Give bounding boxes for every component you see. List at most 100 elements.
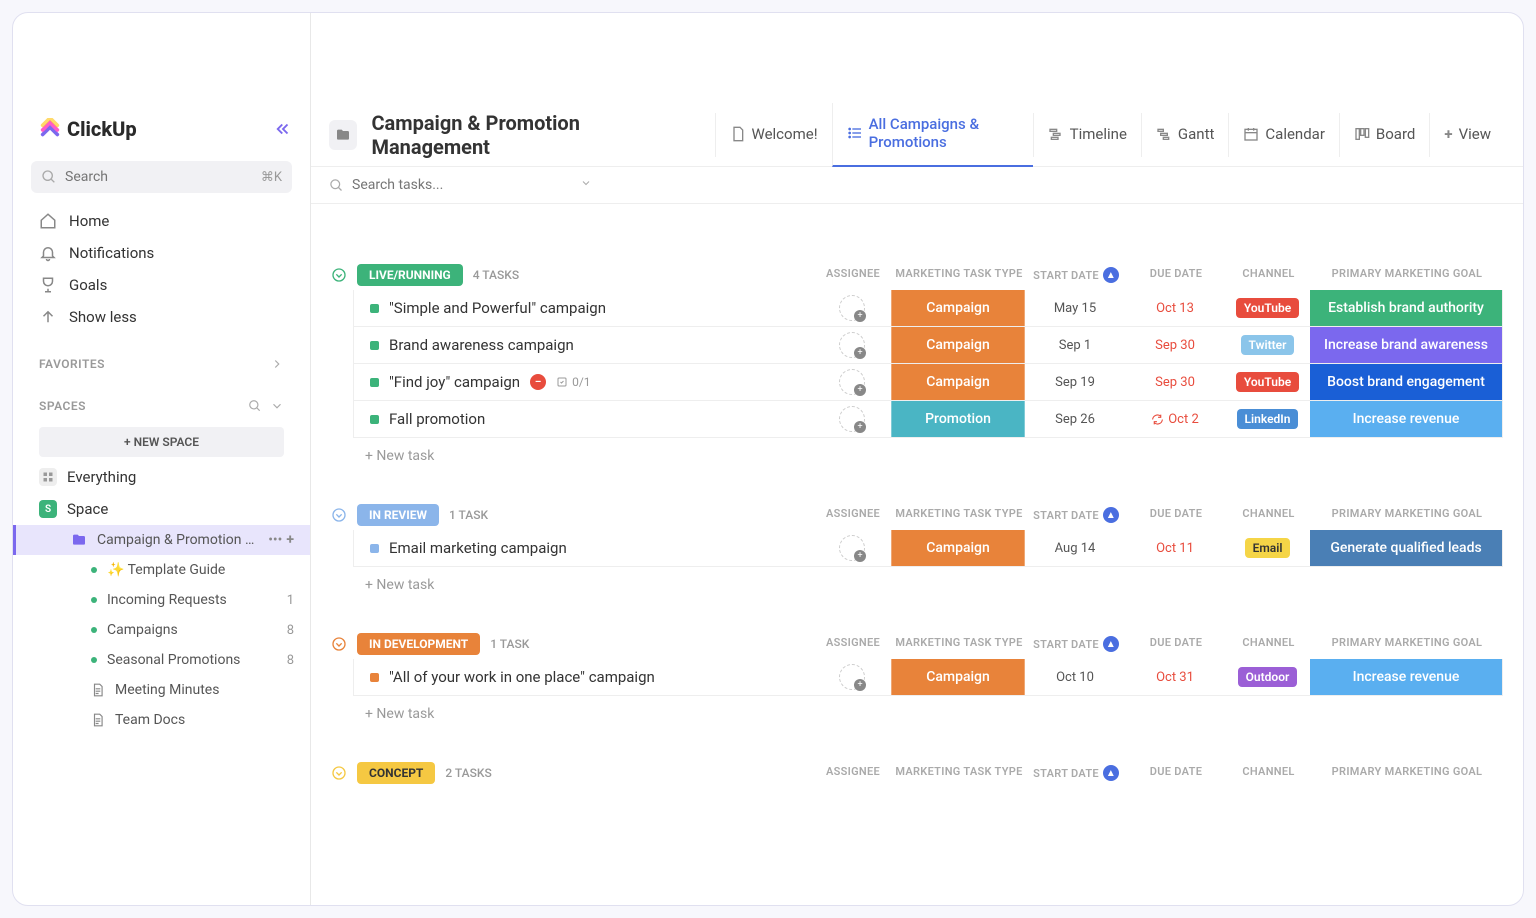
sidebar-search-input[interactable] xyxy=(65,169,253,185)
task-row[interactable]: "Simple and Powerful" campaign Campaign … xyxy=(353,290,1503,327)
col-assignee[interactable]: ASSIGNEE xyxy=(814,507,892,523)
channel-badge[interactable]: Outdoor xyxy=(1238,667,1298,687)
assignee-add[interactable] xyxy=(839,369,865,395)
nav-show-less[interactable]: Show less xyxy=(21,301,302,333)
due-date[interactable]: Oct 2 xyxy=(1125,401,1225,437)
col-start[interactable]: START DATE▲ xyxy=(1026,267,1126,283)
col-assignee[interactable]: ASSIGNEE xyxy=(814,636,892,652)
col-goal[interactable]: PRIMARY MARKETING GOAL xyxy=(1311,507,1503,523)
status-pill[interactable]: CONCEPT xyxy=(357,762,435,784)
folder-item[interactable]: Campaign & Promotion M... ••• + xyxy=(13,525,310,555)
nav-notifications[interactable]: Notifications xyxy=(21,237,302,269)
col-channel[interactable]: CHANNEL xyxy=(1226,507,1311,523)
col-goal[interactable]: PRIMARY MARKETING GOAL xyxy=(1311,636,1503,652)
tab-timeline[interactable]: Timeline xyxy=(1033,113,1141,157)
col-assignee[interactable]: ASSIGNEE xyxy=(814,765,892,781)
start-date[interactable]: Aug 14 xyxy=(1025,530,1125,566)
channel-badge[interactable]: LinkedIn xyxy=(1237,409,1299,429)
task-row[interactable]: Fall promotion Promotion Sep 26 Oct 2 Li… xyxy=(353,401,1503,438)
task-status-dot[interactable] xyxy=(370,378,379,387)
tab-calendar[interactable]: Calendar xyxy=(1228,113,1339,157)
start-date[interactable]: Oct 10 xyxy=(1025,659,1125,695)
col-channel[interactable]: CHANNEL xyxy=(1226,267,1311,283)
new-space-button[interactable]: + NEW SPACE xyxy=(39,427,284,457)
tab-all-campaigns-promotions[interactable]: All Campaigns & Promotions xyxy=(832,103,1033,167)
task-status-dot[interactable] xyxy=(370,341,379,350)
col-goal[interactable]: PRIMARY MARKETING GOAL xyxy=(1311,267,1503,283)
goal-cell[interactable]: Boost brand engagement xyxy=(1310,364,1502,400)
space-item[interactable]: S Space xyxy=(13,493,310,525)
due-date[interactable]: Sep 30 xyxy=(1125,327,1225,363)
subtask-badge[interactable]: 0/1 xyxy=(556,375,590,389)
collapse-group-icon[interactable] xyxy=(331,507,347,523)
new-task-button[interactable]: + New task xyxy=(365,696,1503,732)
col-goal[interactable]: PRIMARY MARKETING GOAL xyxy=(1311,765,1503,781)
due-date[interactable]: Oct 11 xyxy=(1125,530,1225,566)
more-icon[interactable]: ••• xyxy=(268,532,282,548)
task-status-dot[interactable] xyxy=(370,673,379,682)
start-date[interactable]: May 15 xyxy=(1025,290,1125,326)
list-item[interactable]: Team Docs xyxy=(13,705,310,735)
search-spaces-icon[interactable] xyxy=(248,399,262,413)
add-icon[interactable]: + xyxy=(286,532,294,548)
logo[interactable]: ClickUp xyxy=(39,117,137,141)
status-pill[interactable]: LIVE/RUNNING xyxy=(357,264,463,286)
search-dropdown-icon[interactable] xyxy=(580,177,592,193)
task-search-input[interactable] xyxy=(352,177,502,193)
task-row[interactable]: "All of your work in one place" campaign… xyxy=(353,659,1503,696)
tab-view[interactable]: +View xyxy=(1429,113,1505,157)
task-row[interactable]: Brand awareness campaign Campaign Sep 1 … xyxy=(353,327,1503,364)
favorites-section[interactable]: FAVORITES xyxy=(13,339,310,381)
task-row[interactable]: Email marketing campaign Campaign Aug 14… xyxy=(353,530,1503,567)
goal-cell[interactable]: Generate qualified leads xyxy=(1310,530,1502,566)
new-task-button[interactable]: + New task xyxy=(365,567,1503,603)
channel-badge[interactable]: Twitter xyxy=(1241,335,1295,355)
col-type[interactable]: MARKETING TASK TYPE xyxy=(892,267,1026,283)
col-start[interactable]: START DATE▲ xyxy=(1026,636,1126,652)
task-status-dot[interactable] xyxy=(370,415,379,424)
task-status-dot[interactable] xyxy=(370,304,379,313)
assignee-add[interactable] xyxy=(839,535,865,561)
chevron-down-icon[interactable] xyxy=(270,399,284,413)
nav-goals[interactable]: Goals xyxy=(21,269,302,301)
col-start[interactable]: START DATE▲ xyxy=(1026,507,1126,523)
task-status-dot[interactable] xyxy=(370,544,379,553)
nav-home[interactable]: Home xyxy=(21,205,302,237)
list-item[interactable]: Seasonal Promotions8 xyxy=(13,645,310,675)
task-type[interactable]: Promotion xyxy=(891,401,1025,437)
new-task-button[interactable]: + New task xyxy=(365,438,1503,474)
task-type[interactable]: Campaign xyxy=(891,327,1025,363)
col-type[interactable]: MARKETING TASK TYPE xyxy=(892,507,1026,523)
goal-cell[interactable]: Increase revenue xyxy=(1310,659,1502,695)
start-date[interactable]: Sep 26 xyxy=(1025,401,1125,437)
col-start[interactable]: START DATE▲ xyxy=(1026,765,1126,781)
task-type[interactable]: Campaign xyxy=(891,364,1025,400)
due-date[interactable]: Sep 30 xyxy=(1125,364,1225,400)
channel-badge[interactable]: YouTube xyxy=(1236,298,1299,318)
sidebar-search[interactable]: ⌘K xyxy=(31,161,292,193)
col-due[interactable]: DUE DATE xyxy=(1126,765,1226,781)
assignee-add[interactable] xyxy=(839,332,865,358)
task-type[interactable]: Campaign xyxy=(891,659,1025,695)
col-type[interactable]: MARKETING TASK TYPE xyxy=(892,636,1026,652)
status-pill[interactable]: IN REVIEW xyxy=(357,504,439,526)
col-assignee[interactable]: ASSIGNEE xyxy=(814,267,892,283)
start-date[interactable]: Sep 19 xyxy=(1025,364,1125,400)
tab-board[interactable]: Board xyxy=(1339,113,1429,157)
col-due[interactable]: DUE DATE xyxy=(1126,507,1226,523)
goal-cell[interactable]: Establish brand authority xyxy=(1310,290,1502,326)
col-channel[interactable]: CHANNEL xyxy=(1226,636,1311,652)
assignee-add[interactable] xyxy=(839,295,865,321)
col-due[interactable]: DUE DATE xyxy=(1126,267,1226,283)
col-due[interactable]: DUE DATE xyxy=(1126,636,1226,652)
channel-badge[interactable]: Email xyxy=(1245,538,1291,558)
due-date[interactable]: Oct 31 xyxy=(1125,659,1225,695)
task-row[interactable]: "Find joy" campaign – 0/1 Campaign Sep 1… xyxy=(353,364,1503,401)
col-type[interactable]: MARKETING TASK TYPE xyxy=(892,765,1026,781)
status-pill[interactable]: IN DEVELOPMENT xyxy=(357,633,480,655)
collapse-sidebar-icon[interactable] xyxy=(274,120,292,138)
assignee-add[interactable] xyxy=(839,664,865,690)
goal-cell[interactable]: Increase brand awareness xyxy=(1310,327,1502,363)
tab-gantt[interactable]: Gantt xyxy=(1141,113,1228,157)
list-item[interactable]: Meeting Minutes xyxy=(13,675,310,705)
